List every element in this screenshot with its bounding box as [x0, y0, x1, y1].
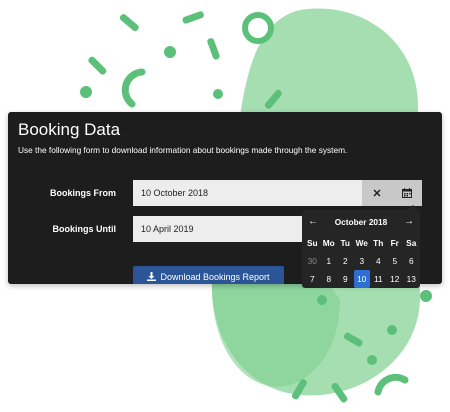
panel-description: Use the following form to download infor… — [18, 145, 348, 155]
calendar-icon — [402, 188, 412, 198]
previous-month-button[interactable]: ← — [306, 216, 320, 227]
confetti-dot — [164, 46, 176, 58]
confetti-dot — [213, 89, 223, 99]
day-of-week: Su — [306, 238, 318, 248]
confetti-dot — [317, 295, 327, 305]
confetti-arc — [374, 373, 409, 396]
datepicker-header: ← October 2018 → — [302, 216, 420, 230]
close-icon: ✕ — [372, 187, 382, 200]
day-of-week: Mo — [322, 238, 335, 248]
download-button-label: Download Bookings Report — [160, 272, 270, 282]
confetti-dot — [80, 86, 92, 98]
confetti-dash — [88, 56, 107, 75]
calendar-day[interactable]: 13 — [403, 270, 420, 288]
day-of-week: Tu — [340, 238, 351, 248]
day-of-week: Th — [373, 238, 384, 248]
clear-date-button[interactable]: ✕ — [362, 180, 392, 206]
confetti-dash — [182, 11, 204, 24]
day-of-week-row: Su Mo Tu We Th Fr Sa — [304, 234, 420, 252]
calendar-day[interactable]: 12 — [387, 270, 404, 288]
confetti-dash — [207, 38, 220, 60]
bookings-from-label: Bookings From — [49, 188, 116, 198]
calendar-day[interactable]: 11 — [370, 270, 387, 288]
confetti-dot — [420, 290, 432, 302]
open-calendar-button[interactable] — [392, 180, 422, 206]
calendar-day[interactable]: 30 — [304, 252, 321, 270]
download-icon — [147, 272, 157, 281]
day-of-week: Fr — [390, 238, 399, 248]
confetti-ring — [242, 12, 274, 44]
week-row: 30 1 2 3 4 5 6 — [304, 252, 420, 270]
download-bookings-report-button[interactable]: Download Bookings Report — [133, 266, 284, 284]
datepicker: ← October 2018 → Su Mo Tu We Th Fr Sa 30… — [302, 210, 420, 288]
calendar-day-selected[interactable]: 10 — [353, 270, 370, 288]
calendar-day[interactable]: 6 — [403, 252, 420, 270]
bookings-until-input[interactable]: 10 April 2019 — [133, 216, 313, 242]
datepicker-month[interactable]: October 2018 — [322, 217, 400, 227]
day-of-week: We — [355, 238, 368, 248]
confetti-dot — [367, 355, 377, 365]
confetti-arc — [121, 68, 146, 108]
day-of-week: Sa — [406, 238, 417, 248]
calendar-day[interactable]: 5 — [387, 252, 404, 270]
calendar-day[interactable]: 9 — [337, 270, 354, 288]
calendar-day[interactable]: 3 — [354, 252, 371, 270]
bookings-from-input[interactable]: 10 October 2018 — [133, 180, 362, 206]
confetti-dash — [119, 14, 139, 32]
calendar-day[interactable]: 1 — [321, 252, 338, 270]
bookings-until-label: Bookings Until — [52, 224, 117, 234]
calendar-day[interactable]: 4 — [370, 252, 387, 270]
week-row: 7 8 9 10 11 12 13 — [304, 270, 420, 288]
next-month-button[interactable]: → — [402, 216, 416, 227]
calendar-day[interactable]: 7 — [304, 270, 321, 288]
calendar-day[interactable]: 8 — [321, 270, 338, 288]
calendar-day[interactable]: 2 — [337, 252, 354, 270]
datepicker-grid: Su Mo Tu We Th Fr Sa 30 1 2 3 4 5 6 7 8 … — [304, 234, 420, 288]
page-title: Booking Data — [18, 120, 121, 139]
confetti-dot — [387, 325, 397, 335]
